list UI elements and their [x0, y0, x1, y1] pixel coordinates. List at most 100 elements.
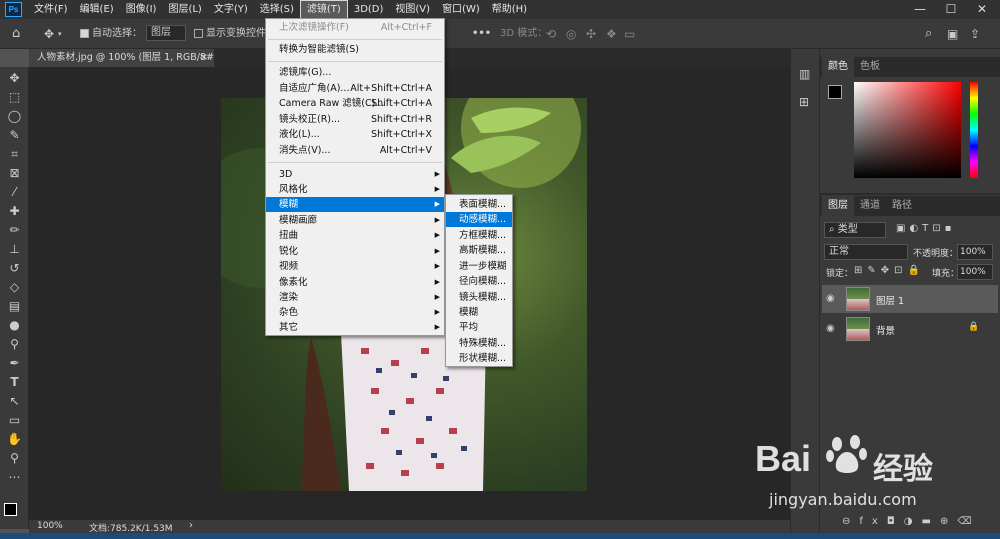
menu-item-lens-correction[interactable]: 镜头校正(R)... Shift+Ctrl+R	[266, 112, 444, 127]
layer-row-layer1[interactable]: ◉ 图层 1	[822, 285, 998, 313]
menu-item-distort[interactable]: 扭曲 ▶	[266, 228, 444, 243]
trash-icon[interactable]: ⌫	[957, 516, 980, 527]
menu-item-other[interactable]: 其它 ▶	[266, 320, 444, 335]
zoom-tool-icon[interactable]: ⚲	[7, 451, 22, 466]
tab-channels[interactable]: 通道	[854, 196, 886, 216]
pan-3d-icon[interactable]: ✣	[586, 19, 596, 49]
auto-select-dropdown[interactable]: 图层	[146, 19, 186, 49]
menu-item-3d[interactable]: 3D ▶	[266, 167, 444, 182]
menu-select[interactable]: 选择(S)	[254, 0, 300, 19]
submenu-item-blur[interactable]: 模糊	[446, 305, 512, 320]
layer-row-background[interactable]: ◉ 背景 🔒	[822, 315, 998, 343]
menu-view[interactable]: 视图(V)	[389, 0, 436, 19]
layer-filter-icons[interactable]: ▣◐T⊡▪	[896, 223, 955, 234]
folder-icon[interactable]: ▬	[922, 516, 940, 527]
tab-color[interactable]: 颜色	[822, 57, 854, 77]
menu-item-last-filter[interactable]: 上次滤镜操作(F) Alt+Ctrl+F	[266, 20, 444, 35]
hand-tool-icon[interactable]: ✋	[7, 432, 22, 447]
pen-tool-icon[interactable]: ✒	[7, 356, 22, 371]
submenu-item-radial-blur[interactable]: 径向模糊...	[446, 274, 512, 289]
foreground-color-swatch[interactable]	[4, 503, 17, 516]
layer-name[interactable]: 背景	[876, 323, 895, 337]
healing-brush-icon[interactable]: ✚	[7, 204, 22, 219]
more-options-button[interactable]: •••	[472, 19, 491, 49]
maximize-button[interactable]: ☐	[936, 0, 966, 19]
eye-icon[interactable]: ◉	[826, 293, 835, 304]
menu-item-camera-raw[interactable]: Camera Raw 滤镜(C)... Shift+Ctrl+A	[266, 96, 444, 111]
dodge-tool-icon[interactable]: ⚲	[7, 337, 22, 352]
fill-input[interactable]: 100%	[957, 264, 993, 280]
submenu-item-box-blur[interactable]: 方框模糊...	[446, 228, 512, 243]
history-brush-icon[interactable]: ↺	[7, 261, 22, 276]
clone-stamp-icon[interactable]: ⊥	[7, 242, 22, 257]
menu-item-convert-smart[interactable]: 转换为智能滤镜(S)	[266, 42, 444, 57]
submenu-item-blur-more[interactable]: 进一步模糊	[446, 259, 512, 274]
layer-name[interactable]: 图层 1	[876, 293, 904, 307]
menu-item-liquify[interactable]: 液化(L)... Shift+Ctrl+X	[266, 127, 444, 142]
menu-item-sharpen[interactable]: 锐化 ▶	[266, 244, 444, 259]
path-select-icon[interactable]: ↖	[7, 394, 22, 409]
checkbox-icon[interactable]	[194, 28, 203, 38]
menu-item-blur[interactable]: 模糊 ▶	[266, 197, 444, 212]
show-transform-checkbox[interactable]: 显示变换控件	[194, 19, 266, 49]
menu-help[interactable]: 帮助(H)	[486, 0, 533, 19]
submenu-item-motion-blur[interactable]: 动感模糊...	[446, 212, 512, 227]
move-tool-icon[interactable]: ✥	[7, 71, 22, 86]
scale-3d-icon[interactable]: ▭	[624, 19, 635, 49]
move-tool-icon[interactable]: ✥	[44, 19, 54, 49]
auto-select-value[interactable]: 图层	[146, 25, 186, 41]
close-tab-icon[interactable]: ×	[200, 49, 208, 67]
slide-3d-icon[interactable]: ❖	[606, 19, 617, 49]
search-icon[interactable]: ⌕	[925, 19, 932, 49]
chevron-down-icon[interactable]: ▾	[58, 19, 62, 49]
eraser-tool-icon[interactable]: ◇	[7, 280, 22, 295]
lock-options-icons[interactable]: ⊞✎✥⊡🔒	[854, 265, 925, 276]
layer-filter-dropdown[interactable]: ⌕ 类型	[824, 222, 886, 238]
crop-tool-icon[interactable]: ⌗	[7, 147, 22, 162]
auto-select-checkbox[interactable]: 自动选择：	[80, 19, 142, 49]
menu-type[interactable]: 文字(Y)	[208, 0, 254, 19]
menu-window[interactable]: 窗口(W)	[436, 0, 486, 19]
type-tool-icon[interactable]: T	[7, 375, 22, 390]
submenu-item-surface-blur[interactable]: 表面模糊...	[446, 197, 512, 212]
menu-edit[interactable]: 编辑(E)	[74, 0, 120, 19]
quick-select-tool-icon[interactable]: ✎	[7, 128, 22, 143]
minimize-button[interactable]: —	[905, 0, 935, 19]
brush-tool-icon[interactable]: ✏	[7, 223, 22, 238]
roll-3d-icon[interactable]: ◎	[566, 19, 576, 49]
menu-layer[interactable]: 图层(L)	[162, 0, 207, 19]
home-icon[interactable]: ⌂	[12, 19, 20, 49]
orbit-3d-icon[interactable]: ⟲	[546, 19, 556, 49]
gradient-tool-icon[interactable]: ▤	[7, 299, 22, 314]
menu-item-adaptive-wide[interactable]: 自适应广角(A)... Alt+Shift+Ctrl+A	[266, 81, 444, 96]
adjustment-icon[interactable]: ◑	[904, 516, 922, 527]
menu-item-noise[interactable]: 杂色 ▶	[266, 305, 444, 320]
menu-3d[interactable]: 3D(D)	[348, 0, 390, 19]
frame-tool-icon[interactable]: ⊠	[7, 166, 22, 181]
blend-mode-dropdown[interactable]: 正常	[824, 244, 908, 260]
submenu-item-gaussian-blur[interactable]: 高斯模糊...	[446, 243, 512, 258]
zoom-level[interactable]: 100%	[37, 521, 63, 531]
history-panel-icon[interactable]: ▥	[799, 67, 810, 81]
tab-paths[interactable]: 路径	[886, 196, 918, 216]
menu-file[interactable]: 文件(F)	[28, 0, 74, 19]
rectangle-tool-icon[interactable]: ▭	[7, 413, 22, 428]
document-tab[interactable]: 人物素材.jpg @ 100% (图层 1, RGB/8#) * ×	[29, 49, 214, 67]
link-icon[interactable]: ⊖	[842, 516, 859, 527]
foreground-color-chip[interactable]	[828, 85, 842, 99]
edit-toolbar-icon[interactable]: ⋯	[7, 470, 22, 485]
submenu-item-smart-blur[interactable]: 特殊模糊...	[446, 336, 512, 351]
eyedropper-tool-icon[interactable]: ⁄	[7, 185, 22, 200]
tab-swatches[interactable]: 色板	[854, 57, 886, 77]
submenu-item-shape-blur[interactable]: 形状模糊...	[446, 351, 512, 366]
checkbox-checked-icon[interactable]	[80, 28, 89, 38]
share-icon[interactable]: ⇪	[970, 19, 980, 49]
menu-image[interactable]: 图像(I)	[120, 0, 163, 19]
color-saturation-field[interactable]	[854, 82, 961, 178]
submenu-item-average[interactable]: 平均	[446, 320, 512, 335]
mask-icon[interactable]: ◘	[887, 516, 904, 527]
close-window-button[interactable]: ✕	[967, 0, 997, 19]
properties-panel-icon[interactable]: ⊞	[799, 95, 809, 109]
workspace-icon[interactable]: ▣	[947, 19, 958, 49]
menu-item-blur-gallery[interactable]: 模糊画廊 ▶	[266, 213, 444, 228]
